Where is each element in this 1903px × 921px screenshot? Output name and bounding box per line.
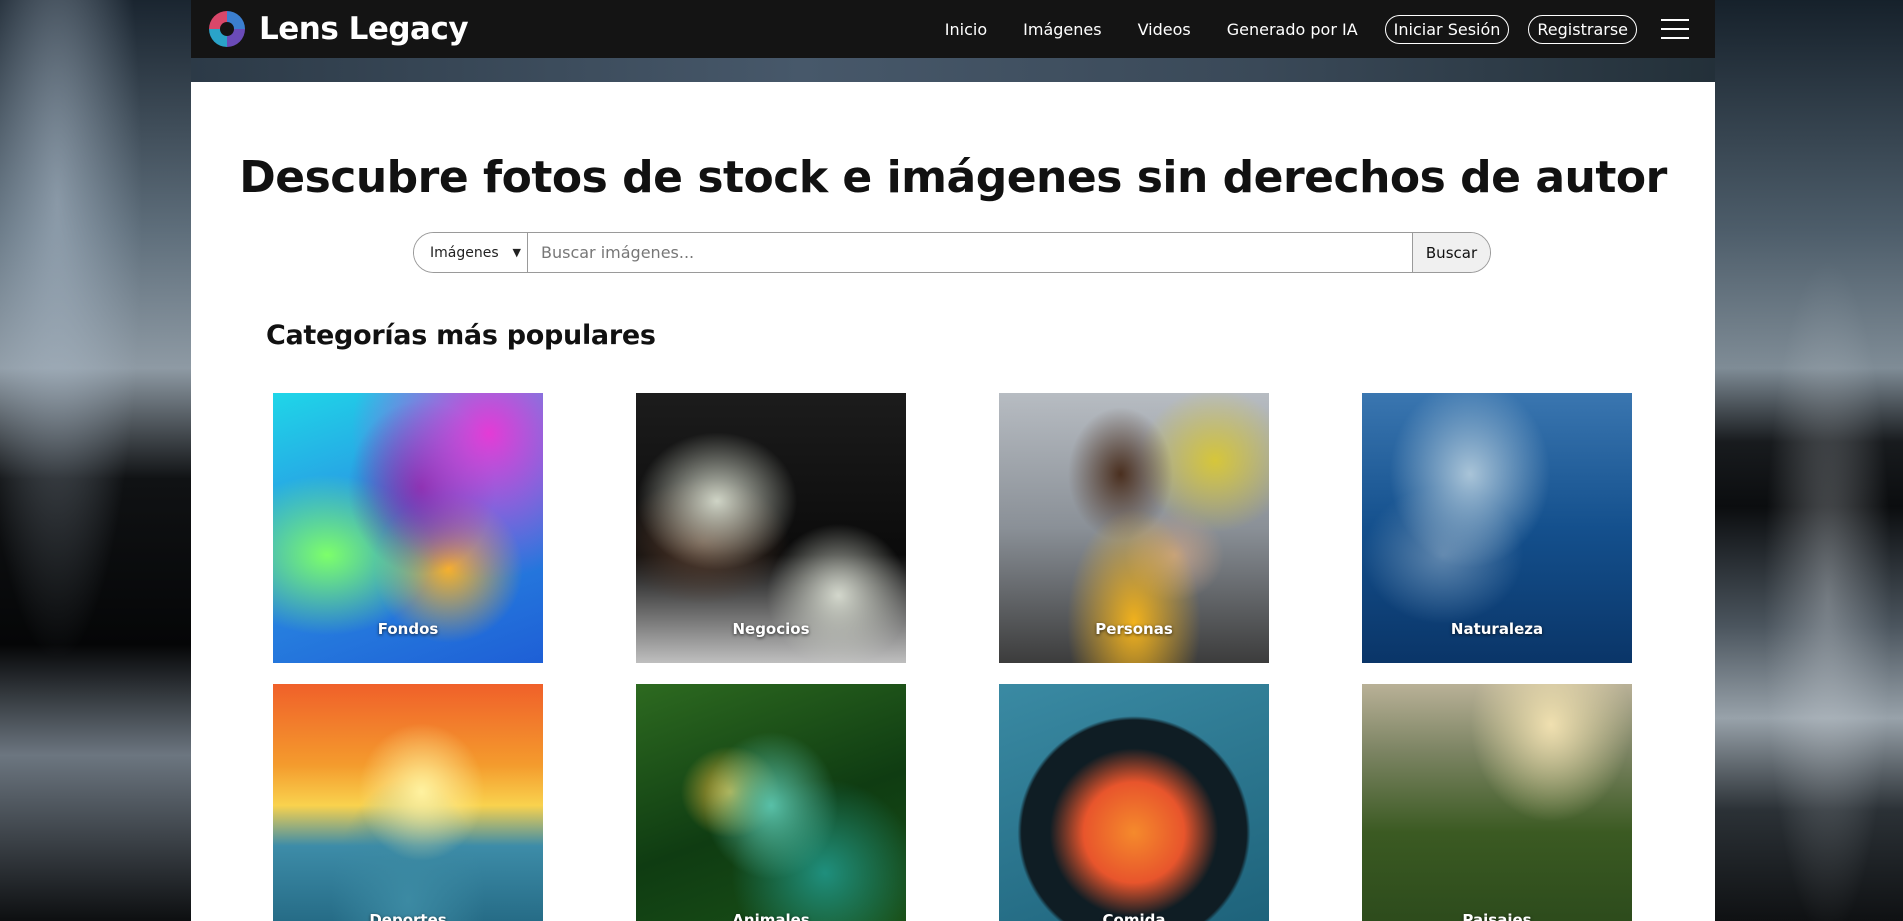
- category-label: Paisajes: [1462, 911, 1532, 921]
- categories-title: Categorías más populares: [266, 320, 656, 351]
- category-card-deportes[interactable]: Deportes: [273, 684, 543, 921]
- nav-link-generado-ia[interactable]: Generado por IA: [1227, 20, 1358, 39]
- menu-bar: [1661, 37, 1689, 39]
- search-input[interactable]: [528, 233, 1412, 272]
- category-card-negocios[interactable]: Negocios: [636, 393, 906, 663]
- search-type-value: Imágenes: [430, 244, 499, 261]
- category-card-comida[interactable]: Comida: [999, 684, 1269, 921]
- category-label: Animales: [732, 911, 810, 921]
- main-panel: Descubre fotos de stock e imágenes sin d…: [191, 82, 1715, 921]
- menu-bar: [1661, 28, 1689, 30]
- header-band: [191, 58, 1715, 82]
- category-card-animales[interactable]: Animales: [636, 684, 906, 921]
- search-button[interactable]: Buscar: [1412, 233, 1490, 272]
- category-label: Naturaleza: [1450, 620, 1544, 638]
- nav-link-videos[interactable]: Videos: [1138, 20, 1191, 39]
- category-label: Fondos: [377, 620, 439, 638]
- background-left: [0, 0, 191, 921]
- brand-logo[interactable]: Lens Legacy: [209, 11, 469, 47]
- brand-name: Lens Legacy: [259, 11, 469, 47]
- search-type-select[interactable]: Imágenes ▼: [414, 233, 528, 272]
- background-right: [1715, 0, 1903, 921]
- category-label: Deportes: [369, 911, 447, 921]
- category-label: Comida: [1102, 911, 1166, 921]
- category-card-naturaleza[interactable]: Naturaleza: [1362, 393, 1632, 663]
- nav-links: Inicio Imágenes Videos Generado por IA I…: [909, 14, 1689, 44]
- category-label: Personas: [1095, 620, 1173, 638]
- chevron-down-icon: ▼: [512, 246, 521, 259]
- nav-link-imagenes[interactable]: Imágenes: [1023, 20, 1101, 39]
- camera-aperture-icon: [209, 11, 245, 47]
- hamburger-menu-icon[interactable]: [1661, 19, 1689, 39]
- register-button[interactable]: Registrarse: [1528, 14, 1637, 44]
- category-card-personas[interactable]: Personas: [999, 393, 1269, 663]
- menu-bar: [1661, 19, 1689, 21]
- top-navbar: Lens Legacy Inicio Imágenes Videos Gener…: [191, 0, 1715, 58]
- nav-link-inicio[interactable]: Inicio: [945, 20, 987, 39]
- login-button[interactable]: Iniciar Sesión: [1384, 14, 1510, 44]
- category-card-paisajes[interactable]: Paisajes: [1362, 684, 1632, 921]
- category-label: Negocios: [732, 620, 810, 638]
- page-title: Descubre fotos de stock e imágenes sin d…: [239, 152, 1667, 203]
- search-bar: Imágenes ▼ Buscar: [413, 232, 1491, 273]
- category-card-fondos[interactable]: Fondos: [273, 393, 543, 663]
